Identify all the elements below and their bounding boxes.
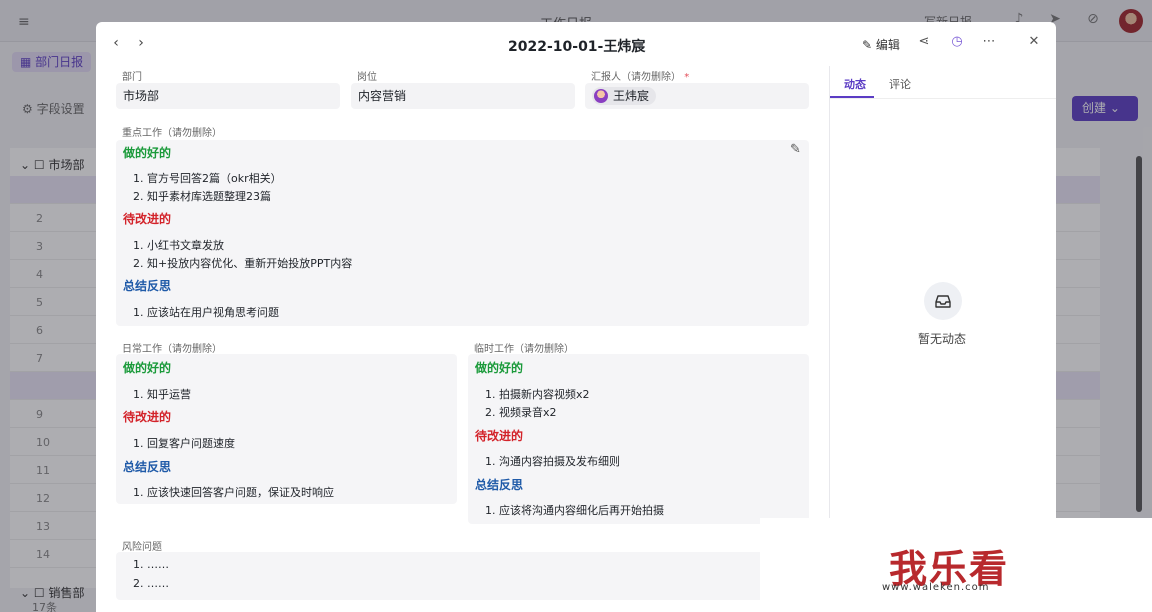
modal-header: ‹ › 2022-10-01-王炜宸 ⌄ ✎ 编辑 ⋖ ◷ ⋯ ✕ <box>96 22 1056 66</box>
list-item: 1. 应该快速回答客户问题，保证及时响应 <box>133 486 334 499</box>
good-heading: 做的好的 <box>123 146 172 160</box>
close-icon[interactable]: ✕ <box>1025 34 1043 52</box>
reporter-name: 王炜宸 <box>613 89 650 103</box>
summary-heading: 总结反思 <box>123 279 172 293</box>
improve-heading: 待改进的 <box>123 410 172 424</box>
watermark-url: www.waleken.com <box>882 582 990 593</box>
risk-editor[interactable] <box>116 552 809 600</box>
list-item: 1. 回复客户问题速度 <box>133 437 235 450</box>
list-item: 1. 官方号回答2篇（okr相关） <box>133 172 282 185</box>
temp-work-label: 临时工作（请勿删除） <box>474 344 574 355</box>
report-content: 部门 市场部 岗位 内容营销 汇报人（请勿删除） * 王炜宸 重点工作（请勿删除… <box>96 66 828 612</box>
improve-heading: 待改进的 <box>123 212 172 226</box>
person-chip[interactable]: 王炜宸 <box>592 87 657 105</box>
daily-work-editor[interactable] <box>116 354 457 504</box>
tab-activity[interactable]: 动态 <box>844 76 866 92</box>
summary-heading: 总结反思 <box>123 460 172 474</box>
empty-state-text: 暂无动态 <box>918 332 967 346</box>
reporter-label-text: 汇报人（请勿删除） <box>591 72 681 83</box>
dept-label: 部门 <box>122 72 142 83</box>
post-field[interactable]: 内容营销 <box>351 83 575 109</box>
list-item: 1. 小红书文章发放 <box>133 239 224 252</box>
list-item: 1. 知乎运营 <box>133 388 191 401</box>
list-item: 2. 知+投放内容优化、重新开始投放PPT内容 <box>133 257 353 270</box>
improve-heading: 待改进的 <box>475 429 524 443</box>
dept-field[interactable]: 市场部 <box>116 83 340 109</box>
more-icon[interactable]: ⋯ <box>980 34 998 52</box>
empty-inbox-icon <box>924 282 962 320</box>
good-heading: 做的好的 <box>123 361 172 375</box>
post-label: 岗位 <box>357 72 377 83</box>
list-item: 2. 知乎素材库选题整理23篇 <box>133 190 271 203</box>
chevron-down-icon[interactable]: ⌄ <box>633 38 641 49</box>
list-item: 1. 沟通内容拍摄及发布细则 <box>485 455 620 468</box>
active-tab-indicator <box>830 96 874 98</box>
previous-icon[interactable]: ‹ <box>108 35 124 51</box>
list-item: 1. 应该将沟通内容细化后再开始拍摄 <box>485 504 664 517</box>
good-heading: 做的好的 <box>475 361 524 375</box>
list-item: 1. 拍摄新内容视频x2 <box>485 388 590 401</box>
report-title[interactable]: 2022-10-01-王炜宸 <box>508 36 645 56</box>
risk-label: 风险问题 <box>122 542 162 553</box>
tab-divider <box>830 98 1056 99</box>
clock-icon[interactable]: ◷ <box>948 34 966 52</box>
key-work-label: 重点工作（请勿删除） <box>122 128 222 139</box>
edit-button[interactable]: ✎ 编辑 <box>862 36 900 53</box>
next-icon[interactable]: › <box>133 35 149 51</box>
summary-heading: 总结反思 <box>475 478 524 492</box>
share-icon[interactable]: ⋖ <box>915 34 933 52</box>
avatar <box>594 89 608 103</box>
key-work-editor[interactable] <box>116 140 809 326</box>
list-item: 1. …… <box>133 558 169 571</box>
tab-comments[interactable]: 评论 <box>889 76 911 92</box>
reporter-field[interactable]: 王炜宸 <box>585 83 809 109</box>
daily-work-label: 日常工作（请勿删除） <box>122 344 222 355</box>
reporter-label: 汇报人（请勿删除） * <box>591 68 689 83</box>
list-item: 2. …… <box>133 577 169 590</box>
edit-button-label: 编辑 <box>875 38 900 52</box>
pencil-icon[interactable]: ✎ <box>790 142 801 157</box>
required-mark: * <box>684 72 690 83</box>
list-item: 1. 应该站在用户视角思考问题 <box>133 306 279 319</box>
list-item: 2. 视频录音x2 <box>485 406 557 419</box>
